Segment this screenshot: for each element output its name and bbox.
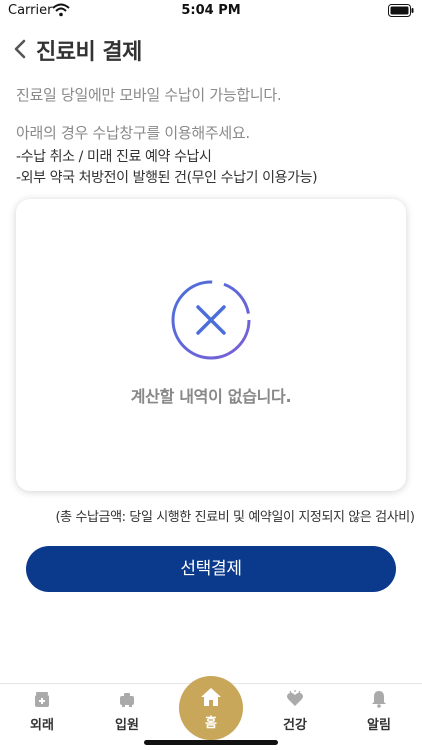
bell-icon: [372, 691, 386, 708]
tab-label: 건강: [283, 718, 307, 733]
page-title: 진료비 결제: [36, 40, 142, 65]
x-circle-icon: [171, 280, 251, 360]
tab-label: 알림: [367, 718, 391, 733]
amount-note: (총 수납금액: 당일 시행한 진료비 및 예약일이 지정되지 않은 검사비): [0, 506, 422, 525]
back-chevron-icon[interactable]: [12, 38, 28, 60]
tab-inpatient[interactable]: 입원: [92, 684, 162, 744]
amount-note-text: (총 수납금액: 당일 시행한 진료비 및 예약일이 지정되지 않은 검사비): [55, 510, 415, 525]
outpatient-icon: [35, 692, 49, 707]
tab-outpatient[interactable]: 외래: [7, 684, 77, 744]
home-icon: [201, 688, 221, 706]
tab-label: 입원: [115, 718, 139, 733]
tab-label: 외래: [30, 718, 54, 733]
health-icon: [287, 690, 303, 706]
inpatient-icon: [120, 693, 134, 707]
notice-text-2: 아래의 경우 수납창구를 이용해주세요.: [16, 124, 250, 142]
tab-home[interactable]: 홈: [179, 676, 243, 740]
tab-alerts[interactable]: 알림: [344, 684, 414, 744]
battery-icon: [388, 4, 414, 17]
nav-header: 진료비 결제: [0, 30, 422, 70]
status-bar: Carrier 5:04 PM: [0, 0, 422, 22]
pay-button[interactable]: 선택결제: [26, 546, 396, 592]
tab-health[interactable]: 건강: [260, 684, 330, 744]
empty-state-message: 계산할 내역이 없습니다.: [130, 387, 292, 406]
empty-state-card: 계산할 내역이 없습니다.: [16, 199, 406, 491]
notice-bullet: -외부 약국 처방전이 발행된 건(무인 수납기 이용가능): [16, 170, 318, 186]
home-indicator: [144, 740, 278, 745]
notice-text: 진료일 당일에만 모바일 수납이 가능합니다.: [16, 86, 282, 104]
tab-label: 홈: [205, 716, 217, 731]
notice-bullet: -수납 취소 / 미래 진료 예약 수납시: [16, 149, 212, 165]
status-time: 5:04 PM: [181, 3, 241, 18]
